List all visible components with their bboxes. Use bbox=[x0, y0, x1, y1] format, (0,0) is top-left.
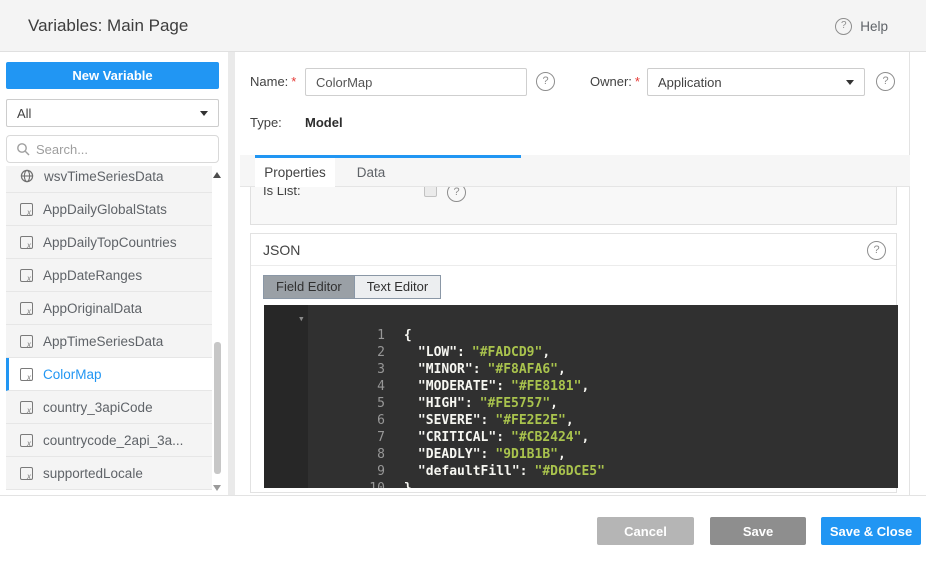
code-line: 3"MINOR":"#F8AFA6", bbox=[264, 344, 898, 361]
save-and-close-button[interactable]: Save & Close bbox=[821, 517, 921, 545]
variable-item[interactable]: AppDateRanges bbox=[6, 259, 212, 292]
variable-item-label: countrycode_2api_3a... bbox=[43, 433, 183, 448]
code-line: 7"CRITICAL":"#CB2424", bbox=[264, 412, 898, 429]
json-section-title: JSON bbox=[263, 234, 300, 266]
json-section: JSON Field Editor Text Editor 1{ 2"LOW":… bbox=[250, 233, 897, 493]
name-label: Name:* bbox=[250, 74, 296, 89]
variable-item[interactable]: AppTimeSeriesData bbox=[6, 325, 212, 358]
variable-item-label: ColorMap bbox=[43, 367, 102, 382]
owner-label: Owner:* bbox=[590, 74, 640, 89]
code-line: 8"DEADLY":"9D1B1B", bbox=[264, 429, 898, 446]
variable-detail-panel: Name:* Owner:* Application Type: Model P… bbox=[240, 52, 910, 495]
model-variable-icon bbox=[20, 236, 33, 249]
search-input[interactable] bbox=[36, 142, 196, 157]
variable-item-label: AppDailyGlobalStats bbox=[43, 202, 167, 217]
variable-item[interactable]: AppOriginalData bbox=[6, 292, 212, 325]
json-code-editor[interactable]: 1{ 2"LOW":"#FADCD9", 3"MINOR":"#F8AFA6",… bbox=[264, 305, 898, 488]
scroll-down-icon[interactable] bbox=[213, 485, 221, 491]
required-marker: * bbox=[635, 74, 640, 89]
model-variable-icon bbox=[20, 335, 33, 348]
help-label: Help bbox=[860, 19, 888, 34]
variable-item-label: AppTimeSeriesData bbox=[43, 334, 163, 349]
is-list-checkbox[interactable] bbox=[424, 187, 437, 197]
variable-item-label: supportedLocale bbox=[43, 466, 143, 481]
owner-value: Application bbox=[658, 75, 722, 90]
field-editor-button[interactable]: Field Editor bbox=[264, 276, 355, 298]
model-variable-icon bbox=[20, 467, 33, 480]
search-icon bbox=[16, 142, 30, 156]
code-line: 6"SEVERE":"#FE2E2E", bbox=[264, 395, 898, 412]
name-help-icon[interactable] bbox=[536, 72, 555, 91]
model-variable-icon bbox=[20, 368, 33, 381]
help-button[interactable]: Help bbox=[835, 0, 888, 52]
owner-help-icon[interactable] bbox=[876, 72, 895, 91]
code-line: 10} bbox=[264, 463, 898, 480]
editor-mode-toggle: Field Editor Text Editor bbox=[263, 275, 441, 299]
variable-item[interactable]: supportedLocale bbox=[6, 457, 212, 490]
help-icon bbox=[835, 18, 852, 35]
model-variable-icon bbox=[20, 302, 33, 315]
dialog-header: Variables: Main Page Help bbox=[0, 0, 926, 52]
json-help-icon[interactable] bbox=[867, 241, 886, 260]
owner-dropdown[interactable]: Application bbox=[647, 68, 865, 96]
name-field[interactable] bbox=[305, 68, 527, 96]
web-service-variable-icon bbox=[20, 169, 34, 183]
properties-section: Is List: bbox=[250, 187, 897, 225]
variable-item[interactable]: AppDailyGlobalStats bbox=[6, 193, 212, 226]
scrollbar-thumb[interactable] bbox=[214, 342, 221, 474]
variable-item-selected[interactable]: ColorMap bbox=[6, 358, 212, 391]
model-variable-icon bbox=[20, 269, 33, 282]
type-value: Model bbox=[305, 115, 343, 130]
model-variable-icon bbox=[20, 401, 33, 414]
code-line: 4"MODERATE":"#FE8181", bbox=[264, 361, 898, 378]
code-line: 2"LOW":"#FADCD9", bbox=[264, 327, 898, 344]
code-line: 1{ bbox=[264, 310, 898, 327]
tab-properties[interactable]: Properties bbox=[255, 158, 335, 188]
chevron-down-icon bbox=[200, 111, 208, 116]
search-box bbox=[6, 135, 219, 163]
is-list-help-icon[interactable] bbox=[447, 187, 466, 202]
cancel-button[interactable]: Cancel bbox=[597, 517, 694, 545]
variable-filter-dropdown[interactable]: All bbox=[6, 99, 219, 127]
fold-caret-icon[interactable] bbox=[298, 310, 305, 327]
is-list-label: Is List: bbox=[263, 187, 301, 198]
variable-list-scrollbar[interactable] bbox=[213, 166, 222, 495]
model-variable-icon bbox=[20, 434, 33, 447]
chevron-down-icon bbox=[846, 80, 854, 85]
code-line: 9"defaultFill":"#D6DCE5" bbox=[264, 446, 898, 463]
variable-item[interactable]: countrycode_2api_3a... bbox=[6, 424, 212, 457]
code-line: 5"HIGH":"#FE5757", bbox=[264, 378, 898, 395]
footer-divider bbox=[0, 495, 926, 496]
page-title: Variables: Main Page bbox=[28, 0, 188, 52]
required-marker: * bbox=[291, 74, 296, 89]
panel-splitter[interactable] bbox=[228, 52, 235, 495]
json-section-header: JSON bbox=[251, 234, 896, 266]
variable-item-label: country_3apiCode bbox=[43, 400, 153, 415]
variable-item-label: AppOriginalData bbox=[43, 301, 142, 316]
variable-filter-value: All bbox=[17, 106, 31, 121]
variable-list: wsvTimeSeriesData AppDailyGlobalStats Ap… bbox=[6, 166, 212, 495]
text-editor-button[interactable]: Text Editor bbox=[355, 276, 440, 298]
variable-item-label: wsvTimeSeriesData bbox=[44, 169, 164, 184]
variable-item[interactable]: country_3apiCode bbox=[6, 391, 212, 424]
model-variable-icon bbox=[20, 203, 33, 216]
variable-item-label: AppDailyTopCountries bbox=[43, 235, 177, 250]
new-variable-button[interactable]: New Variable bbox=[6, 62, 219, 89]
save-button[interactable]: Save bbox=[710, 517, 806, 545]
variable-item[interactable]: AppDailyTopCountries bbox=[6, 226, 212, 259]
tab-data[interactable]: Data bbox=[335, 158, 407, 188]
variable-item-label: AppDateRanges bbox=[43, 268, 142, 283]
variables-dialog: Variables: Main Page Help New Variable A… bbox=[0, 0, 926, 562]
scroll-up-icon[interactable] bbox=[213, 172, 221, 178]
type-label: Type: bbox=[250, 115, 282, 130]
variable-item[interactable]: wsvTimeSeriesData bbox=[6, 166, 212, 193]
